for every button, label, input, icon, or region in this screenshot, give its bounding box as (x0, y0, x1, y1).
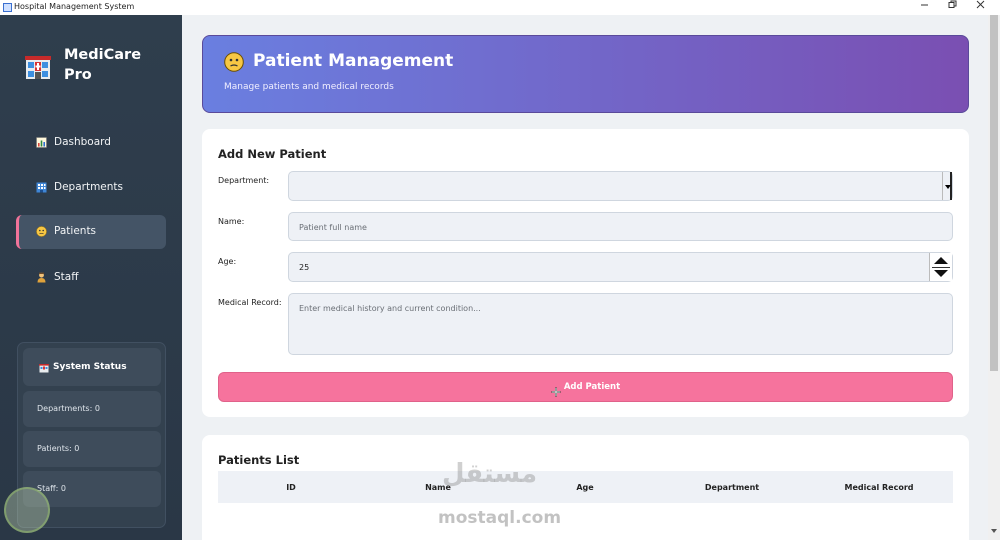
hospital-icon (39, 363, 49, 373)
status-patients: Patients: 0 (23, 431, 161, 467)
patients-list-card: Patients List ID Name Age Department Med… (202, 435, 969, 540)
age-label: Age: (218, 257, 237, 266)
medical-record-placeholder: Enter medical history and current condit… (299, 304, 481, 313)
age-value: 25 (299, 263, 310, 272)
window-title: Hospital Management System (14, 2, 135, 11)
name-label: Name: (218, 217, 245, 226)
person-icon (36, 272, 47, 283)
building-icon (36, 182, 47, 193)
sidebar-item-label: Departments (54, 181, 124, 193)
title-bar: Hospital Management System (0, 0, 1000, 15)
name-input[interactable]: Patient full name (288, 212, 953, 241)
sidebar-item-label: Staff (54, 271, 79, 283)
watermark-arabic: مستقل (442, 459, 538, 489)
brand-line-2: Pro (64, 67, 92, 83)
app-window-icon (3, 3, 12, 12)
column-header-id[interactable]: ID (286, 483, 296, 492)
patients-list-title: Patients List (218, 453, 300, 467)
face-icon (36, 226, 47, 237)
add-patient-label: Add Patient (563, 382, 621, 392)
scroll-down-icon[interactable] (991, 529, 997, 533)
table-header: ID Name Age Department Medical Record (218, 471, 953, 503)
close-icon (976, 0, 984, 9)
brand-name: MediCare Pro (64, 45, 164, 85)
system-status-title: System Status (53, 362, 127, 372)
status-departments: Departments: 0 (23, 391, 161, 427)
add-icon (551, 381, 561, 396)
department-select[interactable] (288, 171, 953, 201)
sidebar-item-label: Dashboard (54, 136, 111, 148)
sidebar-item-patients[interactable]: Patients (16, 215, 166, 249)
hospital-icon (25, 52, 51, 80)
sidebar-item-departments[interactable]: Departments (16, 171, 166, 205)
brand-line-1: MediCare (64, 47, 142, 63)
page-title: Patient Management (253, 51, 454, 71)
add-patient-title: Add New Patient (218, 147, 327, 161)
close-button[interactable] (966, 0, 994, 15)
column-header-department[interactable]: Department (705, 483, 759, 492)
chevron-down-icon[interactable] (942, 172, 952, 200)
add-patient-card: Add New Patient Department: Name: Patien… (202, 129, 969, 417)
watermark-url: mostaql.com (438, 508, 562, 528)
system-status-header: System Status (23, 348, 161, 386)
page-subtitle: Manage patients and medical records (224, 82, 394, 92)
vertical-scrollbar[interactable] (988, 15, 1000, 540)
restore-icon (948, 0, 956, 8)
minimize-button[interactable] (910, 0, 938, 15)
age-stepper[interactable]: 25 (288, 252, 953, 282)
arrow-up-icon[interactable] (934, 257, 948, 264)
page-header: Patient Management Manage patients and m… (202, 35, 969, 113)
sidebar-item-staff[interactable]: Staff (16, 261, 166, 295)
status-patients-label: Patients: 0 (37, 444, 80, 453)
watermark-logo (4, 487, 50, 533)
age-spin-buttons[interactable] (929, 253, 952, 281)
sidebar: MediCare Pro Dashboard Departments Patie… (0, 15, 182, 540)
sidebar-item-dashboard[interactable]: Dashboard (16, 126, 166, 160)
arrow-down-icon[interactable] (934, 270, 948, 277)
medical-record-label: Medical Record: (218, 298, 282, 307)
face-icon (224, 52, 244, 72)
sidebar-item-label: Patients (54, 225, 97, 237)
app-window: Hospital Management System MediCare Pro … (0, 0, 1000, 540)
medical-record-textarea[interactable]: Enter medical history and current condit… (288, 293, 953, 355)
main-content: Patient Management Manage patients and m… (182, 15, 988, 540)
name-placeholder: Patient full name (299, 223, 367, 232)
restore-button[interactable] (938, 0, 966, 15)
department-label: Department: (218, 176, 270, 185)
add-patient-button[interactable]: Add Patient (218, 372, 953, 402)
spin-divider (932, 267, 950, 268)
scrollbar-thumb[interactable] (990, 15, 998, 371)
bar-chart-icon (36, 137, 47, 148)
column-header-medical-record[interactable]: Medical Record (844, 483, 913, 492)
column-header-age[interactable]: Age (576, 483, 593, 492)
status-departments-label: Departments: 0 (37, 404, 100, 413)
minimize-icon (920, 4, 928, 6)
